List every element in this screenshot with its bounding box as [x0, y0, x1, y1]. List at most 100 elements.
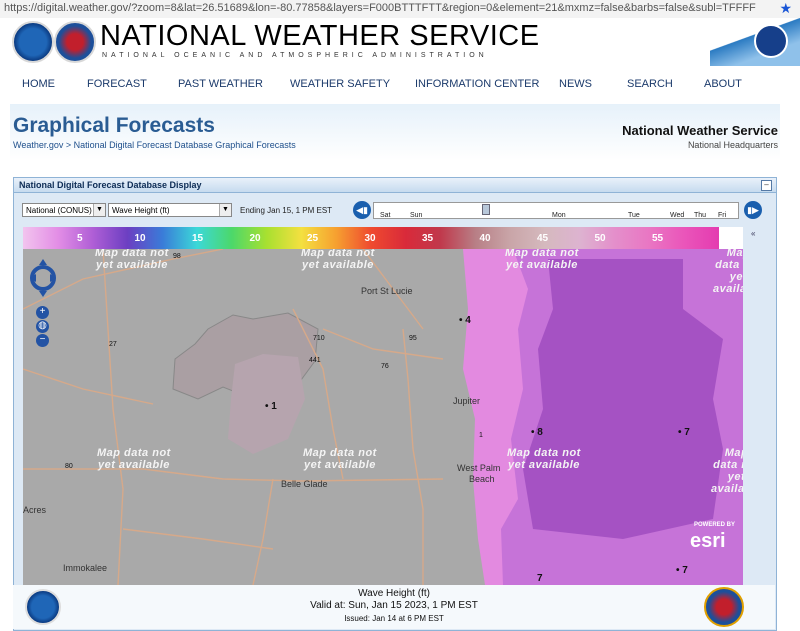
collapse-icon[interactable]: «	[751, 229, 763, 239]
legend-blank	[719, 227, 743, 249]
timeline-day-sat: Sat	[380, 212, 391, 219]
map-footer: Wave Height (ft) Valid at: Sun, Jan 15 2…	[13, 585, 775, 629]
minimize-icon[interactable]: –	[761, 180, 772, 191]
legend-label: 20	[249, 233, 261, 244]
office-name: National Weather Service	[622, 123, 778, 138]
region-select[interactable]: National (CONUS) ▼	[22, 203, 106, 217]
legend-label: 15	[192, 233, 204, 244]
map-unavailable-notice: Map data notyet available	[713, 249, 743, 295]
bookmark-star-icon[interactable]: ★	[779, 0, 792, 17]
nav-past-weather[interactable]: PAST WEATHER	[178, 78, 263, 90]
city-label: Port St Lucie	[361, 286, 413, 296]
breadcrumb-separator: >	[63, 140, 74, 150]
legend-label: 5	[77, 233, 83, 244]
zoom-out-icon[interactable]: −	[36, 334, 49, 347]
nws-logo	[704, 587, 744, 627]
address-bar[interactable]: https://digital.weather.gov/?zoom=8&lat=…	[0, 0, 800, 19]
footer-element: Wave Height (ft)	[358, 588, 430, 599]
legend-label: 40	[479, 233, 491, 244]
legend-label: 30	[364, 233, 376, 244]
nav-about[interactable]: ABOUT	[704, 78, 742, 90]
legend-label: 10	[134, 233, 146, 244]
element-select[interactable]: Wave Height (ft) ▼	[108, 203, 232, 217]
legend-label: 35	[422, 233, 434, 244]
forecast-point[interactable]: • 7	[676, 565, 688, 576]
forecast-map[interactable]: Map data not yet available Map data not ye…	[23, 249, 743, 585]
office-subname: National Headquarters	[687, 140, 778, 150]
road-shield: 27	[109, 341, 117, 348]
panel-title: National Digital Forecast Database Displ…	[19, 180, 202, 190]
esri-logo[interactable]: esri	[690, 530, 726, 553]
globe-icon[interactable]: ◍	[36, 320, 49, 333]
road-shield: 710	[313, 335, 325, 342]
map-canvas	[23, 249, 743, 585]
chevron-down-icon[interactable]: ▼	[219, 204, 231, 216]
doc-seal-logo[interactable]	[754, 24, 788, 58]
forecast-point[interactable]: • 8	[531, 427, 543, 438]
footer-issued-time: Issued: Jan 14 at 6 PM EST	[344, 614, 444, 623]
road-shield: 441	[309, 357, 321, 364]
city-label: Immokalee	[63, 563, 108, 573]
step-back-icon[interactable]: ◀▮	[353, 201, 371, 219]
breadcrumb: Weather.gov > National Digital Forecast …	[13, 140, 296, 150]
zoom-in-icon[interactable]: +	[36, 306, 49, 319]
panel-header: National Digital Forecast Database Displ…	[14, 178, 776, 193]
noaa-logo	[25, 589, 61, 625]
map-unavailable-notice: Map data notyet available	[301, 249, 375, 271]
forecast-point[interactable]: 7	[537, 573, 543, 584]
nav-weather-safety[interactable]: WEATHER SAFETY	[290, 78, 390, 90]
map-unavailable-notice: Map data notyet available	[97, 447, 171, 471]
nav-news[interactable]: NEWS	[559, 78, 592, 90]
city-label: Beach	[469, 474, 495, 484]
forecast-point[interactable]: • 1	[265, 401, 277, 412]
nav-forecast[interactable]: FORECAST	[87, 78, 147, 90]
nav-search[interactable]: SEARCH	[627, 78, 673, 90]
ending-time: Ending Jan 15, 1 PM EST	[240, 206, 333, 215]
road-shield: 80	[65, 463, 73, 470]
city-label: West Palm	[457, 463, 501, 473]
timeline-day-tue: Tue	[628, 212, 640, 219]
breadcrumb-current[interactable]: National Digital Forecast Database Graph…	[74, 140, 296, 150]
element-select-value: Wave Height (ft)	[112, 206, 170, 215]
pan-control-icon[interactable]	[29, 258, 57, 298]
map-unavailable-notice: Map data notyet available	[507, 447, 581, 471]
nws-logo[interactable]	[54, 21, 96, 63]
color-legend: 5 10 15 20 25 30 35 40 45 50 55	[23, 227, 719, 249]
chevron-down-icon[interactable]: ▼	[93, 204, 105, 216]
legend-label: 45	[537, 233, 549, 244]
footer-valid-time: Valid at: Sun, Jan 15 2023, 1 PM EST	[310, 600, 478, 611]
forecast-point[interactable]: • 4	[459, 315, 471, 326]
nav-home[interactable]: HOME	[22, 78, 55, 90]
region-select-value: National (CONUS)	[26, 206, 92, 215]
road-shield: 98	[173, 253, 181, 260]
time-slider-thumb[interactable]	[482, 204, 490, 215]
road-shield: 76	[381, 363, 389, 370]
site-title: NATIONAL WEATHER SERVICE	[100, 20, 540, 52]
map-unavailable-notice: Map data notyet available	[303, 447, 377, 471]
map-unavailable-notice: Map data notyet available	[95, 249, 169, 271]
city-label: Jupiter	[453, 396, 481, 406]
main-nav: HOME FORECAST PAST WEATHER WEATHER SAFET…	[0, 70, 800, 98]
url-text[interactable]: https://digital.weather.gov/?zoom=8&lat=…	[4, 2, 764, 14]
site-header: NATIONAL WEATHER SERVICE NATIONAL OCEANI…	[0, 18, 800, 66]
legend-label: 25	[307, 233, 319, 244]
timeline-day-thu: Thu	[694, 212, 707, 219]
city-label: Acres	[23, 505, 47, 515]
road-shield: 95	[409, 335, 417, 342]
esri-powered-by: POWERED BY	[694, 522, 736, 528]
breadcrumb-home[interactable]: Weather.gov	[13, 140, 63, 150]
nav-information-center[interactable]: INFORMATION CENTER	[415, 78, 539, 90]
legend-label: 55	[652, 233, 664, 244]
forecast-point[interactable]: • 7	[678, 427, 690, 438]
time-slider[interactable]: Sat Sun Mon Tue Wed Thu Fri	[373, 202, 739, 219]
road-shield: 1	[479, 432, 483, 439]
timeline-day-mon: Mon	[552, 212, 566, 219]
page-title: Graphical Forecasts	[13, 114, 215, 137]
step-forward-icon[interactable]: ▮▶	[744, 201, 762, 219]
city-label: Belle Glade	[281, 479, 328, 489]
legend-label: 50	[594, 233, 606, 244]
noaa-logo[interactable]	[12, 21, 54, 63]
timeline-day-wed: Wed	[670, 212, 685, 219]
map-unavailable-notice: Map data notyet available	[711, 447, 743, 495]
map-unavailable-notice: Map data notyet available	[505, 249, 579, 271]
